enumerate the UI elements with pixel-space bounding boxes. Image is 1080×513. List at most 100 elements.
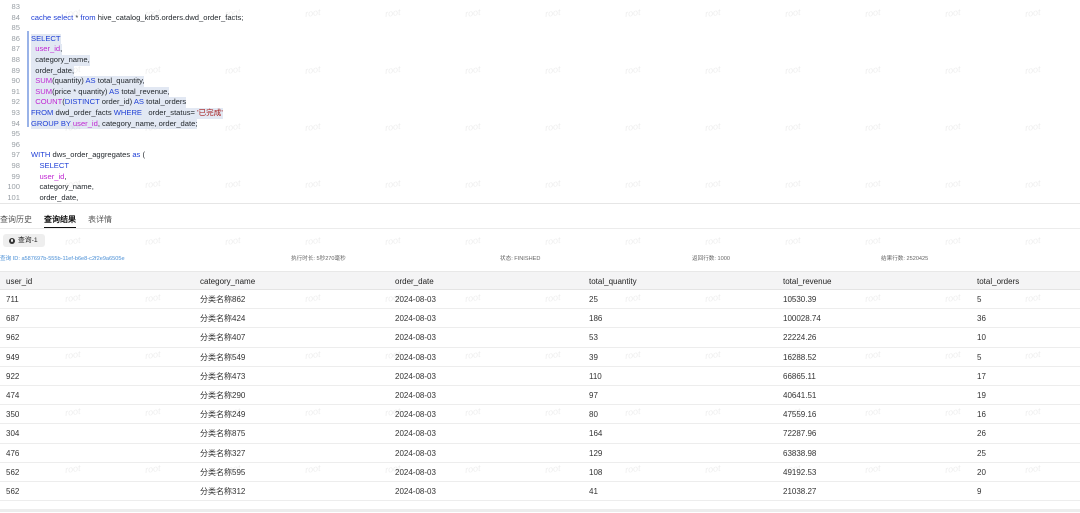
table-cell: 687: [6, 314, 20, 324]
table-cell: 5: [977, 352, 982, 362]
table-cell: 分类名称327: [200, 448, 246, 458]
sql-editor[interactable]: 83 84 cache select * from hive_catalog_krb…: [0, 0, 1080, 205]
code-line[interactable]: 99 user_id,: [0, 172, 1080, 183]
code-token: AS: [133, 97, 147, 107]
table-cell: 分类名称249: [200, 410, 246, 420]
table-cell: 2024-08-03: [395, 390, 436, 400]
table-cell: 186: [589, 314, 603, 324]
table-cell: 2024-08-03: [395, 352, 436, 362]
result-rows: 结果行数: 2520425: [881, 256, 929, 262]
watermark-text: root: [64, 234, 82, 248]
table-cell: 476: [6, 448, 20, 458]
tabs-divider: [0, 228, 1080, 229]
code-line[interactable]: 95: [0, 129, 1080, 140]
code-line[interactable]: 96: [0, 140, 1080, 151]
code-line[interactable]: 88 category_name,: [0, 55, 1080, 66]
table-cell: 2024-08-03: [395, 295, 436, 304]
code-token: total_orders: [146, 97, 187, 107]
watermark-text: root: [1024, 234, 1042, 248]
column-header[interactable]: category_name: [200, 272, 255, 291]
table-cell: 17: [977, 371, 986, 381]
code-text: SELECT: [31, 161, 69, 172]
code-line[interactable]: 90 SUM(quantity) AS total_quantity,: [0, 76, 1080, 87]
table-cell: 分类名称312: [200, 486, 246, 496]
line-number: 94: [11, 118, 20, 128]
watermark-text: root: [864, 234, 882, 248]
code-token: user_id: [72, 118, 98, 128]
table-cell: 分类名称473: [200, 371, 246, 381]
code-line[interactable]: 87 user_id,: [0, 44, 1080, 55]
code-token: ,: [64, 171, 67, 181]
code-line[interactable]: 92 COUNT(DISTINCT order_id) AS total_ord…: [0, 97, 1080, 108]
code-token: COUNT: [35, 97, 63, 107]
table-cell: 分类名称407: [200, 333, 246, 343]
table-row[interactable]: 476 分类名称327 2024-08-03 129 63838.98 25: [0, 444, 1080, 463]
code-token: order_id): [101, 97, 134, 107]
table-header: user_id category_name order_date total_q…: [0, 271, 1080, 290]
tab-query-history[interactable]: 查询历史: [0, 213, 32, 229]
query-chip[interactable]: 查询-1: [3, 234, 45, 247]
line-number: 97: [11, 150, 20, 160]
table-cell: 962: [6, 333, 20, 343]
column-header[interactable]: total_revenue: [783, 272, 831, 291]
table-row[interactable]: 350 分类名称249 2024-08-03 80 47559.16 16: [0, 405, 1080, 425]
table-cell: 21038.27: [783, 486, 817, 496]
code-line[interactable]: 89 order_date,: [0, 65, 1080, 77]
code-text: user_id,: [31, 172, 66, 183]
watermark-text: root: [304, 234, 322, 248]
watermark-text: root: [704, 234, 722, 248]
table-row[interactable]: 562 分类名称312 2024-08-03 41 21038.27 9: [0, 482, 1080, 502]
code-line[interactable]: 100 category_name,: [0, 182, 1080, 193]
code-line[interactable]: 94 GROUP BY user_id, category_name, order…: [0, 118, 1080, 130]
table-row[interactable]: 474 分类名称290 2024-08-03 97 40641.51 19: [0, 386, 1080, 406]
exec-time: 执行时长: 5秒270毫秒: [291, 256, 346, 262]
code-token: AS: [85, 76, 98, 86]
code-token: as: [132, 150, 143, 160]
code-line[interactable]: 98 SELECT: [0, 161, 1080, 172]
tab-query-results[interactable]: 查询结果: [44, 213, 76, 229]
code-token: order_status=: [144, 108, 198, 117]
code-line[interactable]: 84 cache select * from hive_catalog_krb5.…: [0, 13, 1080, 24]
table-cell: 16: [977, 410, 986, 420]
code-text: user_id,: [31, 44, 63, 55]
watermark-text: root: [624, 234, 642, 248]
table-cell: 474: [6, 390, 20, 400]
table-row[interactable]: 687 分类名称424 2024-08-03 186 100028.74 36: [0, 309, 1080, 329]
settings-icon: [9, 237, 15, 244]
table-cell: 10: [977, 333, 986, 343]
watermark-text: root: [944, 234, 962, 248]
code-line[interactable]: 93 FROM dwd_order_facts WHERE order_statu…: [0, 108, 1080, 119]
code-token: , category_name, order_date;: [97, 118, 198, 128]
table-cell: 66865.11: [783, 371, 816, 381]
table-row[interactable]: 304 分类名称875 2024-08-03 164 72287.96 26: [0, 424, 1080, 444]
column-header[interactable]: total_quantity: [589, 272, 637, 291]
table-cell: 949: [6, 352, 20, 362]
returned-rows: 返回行数: 1000: [692, 256, 730, 262]
tab-table-details[interactable]: 表详情: [88, 213, 112, 229]
code-line[interactable]: 97 WITH dws_order_aggregates as (: [0, 150, 1080, 161]
line-number: 85: [11, 23, 20, 33]
table-row[interactable]: 962 分类名称407 2024-08-03 53 22224.26 10: [0, 328, 1080, 348]
table-row[interactable]: 711 分类名称862 2024-08-03 25 10530.39 5: [0, 290, 1080, 310]
code-token: dws_order_aggregates: [52, 150, 133, 160]
table-row[interactable]: 922 分类名称473 2024-08-03 110 66865.11 17: [0, 367, 1080, 386]
code-line[interactable]: 83: [0, 2, 1080, 13]
table-cell: 2024-08-03: [395, 333, 436, 343]
table-body: 711 分类名称862 2024-08-03 25 10530.39 5 687 分类名称42…: [0, 290, 1080, 502]
code-line[interactable]: 85: [0, 23, 1080, 34]
code-line[interactable]: 101 order_date,: [0, 193, 1080, 204]
code-line[interactable]: 86 SELECT: [0, 33, 1080, 45]
code-token: SUM: [35, 86, 53, 96]
line-number: 84: [11, 12, 20, 22]
column-header[interactable]: order_date: [395, 272, 434, 291]
table-cell: 49192.53: [783, 467, 817, 477]
table-cell: 19: [977, 390, 986, 400]
table-row[interactable]: 562 分类名称595 2024-08-03 108 49192.53 20: [0, 463, 1080, 482]
horizontal-scrollbar[interactable]: [0, 509, 1080, 512]
column-header[interactable]: total_orders: [977, 272, 1019, 291]
table-row[interactable]: 949 分类名称549 2024-08-03 39 16288.52 5: [0, 348, 1080, 367]
line-number: 99: [11, 171, 20, 181]
code-token: order_date,: [31, 65, 75, 75]
code-line[interactable]: 91 SUM(price * quantity) AS total_revenu…: [0, 86, 1080, 98]
column-header[interactable]: user_id: [6, 272, 32, 291]
